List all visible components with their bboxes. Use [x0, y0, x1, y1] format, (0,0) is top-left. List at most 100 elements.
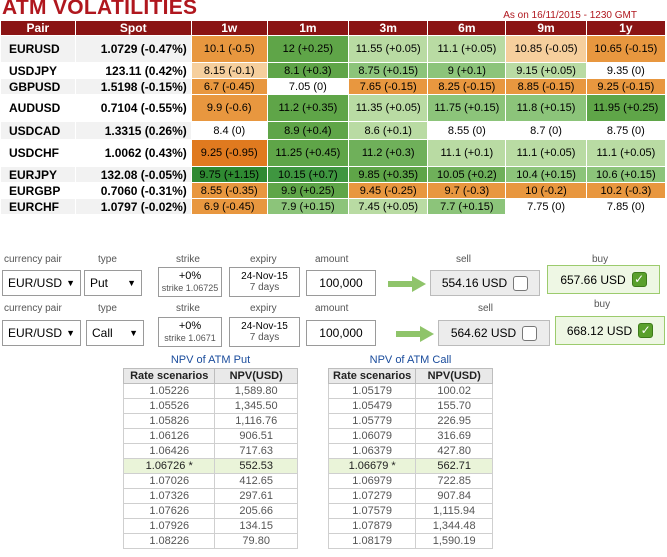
vol-cell: 10.15 (+0.7) — [266, 166, 350, 183]
currency-pair-value: EUR/USD — [8, 326, 63, 340]
spot-cell: 1.0797 (-0.02%) — [74, 198, 192, 215]
npv-value-cell: 155.70 — [415, 398, 493, 414]
vol-row-eurgbp: EURGBP 0.7060 (-0.31%) 8.55 (-0.35) 9.9 (+0… — [0, 182, 667, 199]
vol-cell: 10.4 (+0.15) — [505, 166, 587, 183]
npv-value-cell: 412.65 — [214, 473, 298, 489]
npv-row: 1.05179 100.02 — [327, 383, 493, 399]
pair-cell: USDJPY — [0, 62, 76, 79]
npv-value-cell: 134.15 — [214, 518, 298, 534]
vol-cell: 9.35 (0) — [585, 62, 667, 79]
strike-field[interactable]: +0% strike 1.06725 — [158, 267, 222, 297]
npv-value-cell: 100.02 — [415, 383, 493, 399]
spot-cell: 123.11 (0.42%) — [74, 62, 192, 79]
vol-cell: 11.55 (+0.05) — [348, 35, 429, 63]
sell-checkbox[interactable] — [522, 325, 538, 341]
option-type-select[interactable]: Put ▼ — [84, 270, 142, 296]
strike-field[interactable]: +0% strike 1.0671 — [158, 317, 222, 347]
buy-checkbox-checked-icon[interactable]: ✓ — [631, 272, 647, 287]
buy-price[interactable]: 657.66 USD ✓ — [547, 265, 660, 294]
vol-cell: 8.15 (-0.1) — [190, 62, 268, 79]
currency-pair-select[interactable]: EUR/USD ▼ — [2, 320, 81, 346]
expiry-date: 24-Nov-15 — [241, 271, 288, 282]
buy-label: buy — [594, 299, 611, 310]
expiry-date: 24-Nov-15 — [241, 321, 288, 332]
page-title: ATM VOLATILITIES — [2, 0, 198, 19]
npv-value-cell: 1,345.50 — [214, 398, 298, 414]
vol-cell: 10 (-0.2) — [505, 182, 587, 199]
vol-cell: 7.45 (+0.05) — [348, 198, 429, 215]
npv-value-cell: 552.53 — [214, 458, 298, 474]
column-header-9m: 9m — [505, 20, 587, 36]
vol-cell: 8.85 (-0.15) — [505, 78, 587, 95]
vol-cell: 7.05 (0) — [266, 78, 350, 95]
vol-cell: 8.75 (0) — [585, 121, 667, 140]
currency-pair-select[interactable]: EUR/USD ▼ — [2, 270, 81, 296]
option-type-select[interactable]: Call ▼ — [86, 320, 144, 346]
sell-price-value: 564.62 USD — [450, 326, 517, 340]
pair-cell: EURUSD — [0, 35, 76, 63]
column-header-1w: 1w — [190, 20, 268, 36]
vol-cell: 11.2 (+0.35) — [266, 94, 350, 122]
rate-scenario-cell: 1.07279 — [327, 488, 417, 504]
vol-cell: 8.55 (0) — [427, 121, 507, 140]
npv-value-cell: 205.66 — [214, 503, 298, 519]
sell-price[interactable]: 554.16 USD — [430, 270, 540, 296]
npv-row: 1.05826 1,116.76 — [122, 413, 298, 429]
buy-price-value: 657.66 USD — [560, 272, 626, 287]
vol-cell: 9.85 (+0.35) — [348, 166, 429, 183]
npv-value-cell: 427.80 — [415, 443, 493, 459]
npv-value-cell: 722.85 — [415, 473, 493, 489]
vol-cell: 10.85 (-0.05) — [505, 35, 587, 63]
npv-row: 1.05479 155.70 — [327, 398, 493, 414]
arrow-right-icon — [388, 276, 426, 292]
npv-put-table: Rate scenarios NPV(USD) 1.05226 1,589.80 1.… — [122, 368, 298, 549]
expiry-field[interactable]: 24-Nov-15 7 days — [229, 267, 300, 297]
amount-input[interactable]: 100,000 — [306, 320, 376, 346]
npv-value-cell: 1,590.19 — [415, 533, 493, 549]
vol-row-gbpusd: GBPUSD 1.5198 (-0.15%) 6.7 (-0.45) 7.05 (0)… — [0, 78, 667, 95]
column-header-1y: 1y — [585, 20, 667, 36]
vol-row-usdjpy: USDJPY 123.11 (0.42%) 8.15 (-0.1) 8.1 (+0.3… — [0, 62, 667, 79]
vol-cell: 9.9 (-0.6) — [190, 94, 268, 122]
vol-cell: 9 (+0.1) — [427, 62, 507, 79]
vol-cell: 8.9 (+0.4) — [266, 121, 350, 140]
npv-row: 1.07279 907.84 — [327, 488, 493, 504]
npv-row: 1.07026 412.65 — [122, 473, 298, 489]
expiry-label: expiry — [250, 303, 277, 314]
dropdown-arrow-icon: ▼ — [127, 278, 136, 288]
expiry-field[interactable]: 24-Nov-15 7 days — [229, 317, 300, 347]
vol-cell: 11.95 (+0.25) — [585, 94, 667, 122]
currency-pair-value: EUR/USD — [8, 276, 63, 290]
rate-scenario-cell: 1.07926 — [122, 518, 216, 534]
buy-price[interactable]: 668.12 USD ✓ — [555, 316, 665, 345]
pair-cell: EURJPY — [0, 166, 76, 183]
buy-price-value: 668.12 USD — [566, 323, 633, 338]
npv-value-cell: 562.71 — [415, 458, 493, 474]
rate-scenario-cell: 1.06726 * — [122, 458, 216, 474]
buy-checkbox-checked-icon[interactable]: ✓ — [638, 323, 654, 338]
vol-row-eurchf: EURCHF 1.0797 (-0.02%) 6.9 (-0.45) 7.9 (+0.… — [0, 198, 667, 215]
sell-checkbox[interactable] — [513, 275, 529, 291]
vol-row-eurjpy: EURJPY 132.08 (-0.05%) 9.75 (+1.15) 10.15 (… — [0, 166, 667, 183]
vol-cell: 8.1 (+0.3) — [266, 62, 350, 79]
volatility-table: Pair Spot 1w 1m 3m 6m 9m 1y EURUSD 1.0729 (-0.47… — [0, 20, 667, 215]
pair-cell: EURCHF — [0, 198, 76, 215]
spot-cell: 0.7060 (-0.31%) — [74, 182, 192, 199]
strike-value: strike 1.0671 — [164, 333, 216, 343]
pair-cell: EURGBP — [0, 182, 76, 199]
vol-cell: 11.1 (+0.05) — [585, 139, 667, 167]
pair-cell: AUDUSD — [0, 94, 76, 122]
npv-row: 1.07326 297.61 — [122, 488, 298, 504]
dropdown-arrow-icon: ▼ — [129, 328, 138, 338]
amount-input[interactable]: 100,000 — [306, 270, 376, 296]
vol-cell: 12 (+0.25) — [266, 35, 350, 63]
column-header-1m: 1m — [266, 20, 350, 36]
strike-label: strike — [176, 303, 200, 314]
npv-column-header: NPV(USD) — [214, 368, 298, 384]
column-header-6m: 6m — [427, 20, 507, 36]
strike-offset: +0% — [178, 270, 202, 282]
sell-price[interactable]: 564.62 USD — [438, 320, 550, 346]
expiry-days: 7 days — [249, 282, 280, 293]
rate-scenario-cell: 1.08226 — [122, 533, 216, 549]
rate-scenario-cell: 1.06679 * — [327, 458, 417, 474]
